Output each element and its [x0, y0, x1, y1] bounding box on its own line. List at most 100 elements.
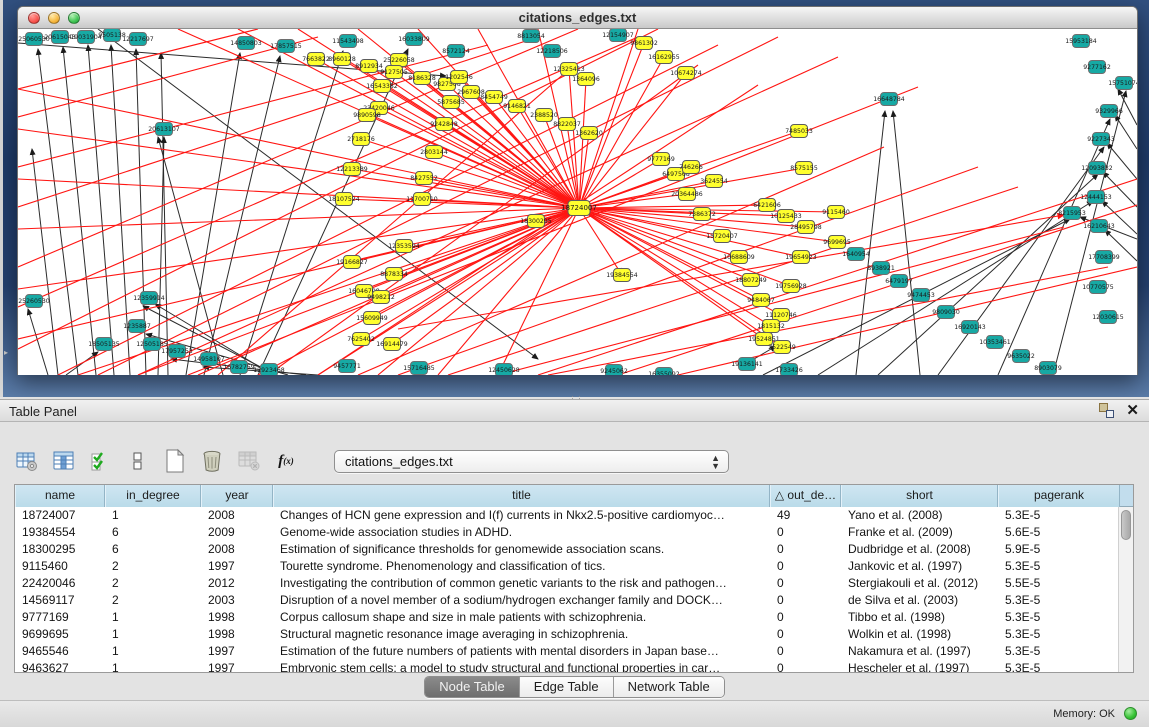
- table-cell: 2008: [201, 507, 273, 524]
- graph-edge[interactable]: [579, 73, 686, 208]
- graph-node-label: 14958107: [193, 356, 225, 363]
- delete-rows-trash-icon[interactable]: [199, 448, 225, 474]
- float-panel-icon[interactable]: [1099, 403, 1114, 418]
- new-table-icon[interactable]: [162, 448, 188, 474]
- graph-edge[interactable]: [579, 208, 622, 275]
- column-header-out_de[interactable]: △ out_de…: [770, 485, 841, 507]
- table-row[interactable]: 2242004622012Investigating the contribut…: [15, 575, 1133, 592]
- graph-edge[interactable]: [1053, 91, 1126, 375]
- table-cell: 5.5E-5: [998, 575, 1120, 592]
- table-cell: Estimation of significance thresholds fo…: [273, 541, 770, 558]
- panel-collapse-arrow-icon[interactable]: ▸: [4, 348, 8, 357]
- graph-node-label: 16210643: [1083, 223, 1115, 230]
- table-panel-title: Table Panel: [9, 404, 77, 419]
- network-view-window[interactable]: citations_edges.txt 18724007766382289601…: [17, 6, 1138, 375]
- graph-node-label: 9861302: [630, 40, 658, 47]
- table-selector-value: citations_edges.txt: [345, 454, 453, 469]
- window-titlebar[interactable]: citations_edges.txt: [18, 7, 1137, 29]
- graph-edge[interactable]: [818, 201, 1093, 375]
- graph-edge[interactable]: [938, 147, 1104, 375]
- table-cell: 9777169: [15, 609, 105, 626]
- graph-edge[interactable]: [1107, 143, 1137, 179]
- show-column-icon[interactable]: [51, 448, 77, 474]
- graph-edge[interactable]: [204, 56, 280, 375]
- table-cell: Changes of HCN gene expression and I(f) …: [273, 507, 770, 524]
- graph-node-label: 12030615: [1092, 314, 1124, 321]
- citation-network-graph[interactable]: 1872400776638228960128891293425226058912…: [18, 29, 1137, 375]
- table-cell: Stergiakouli et al. (2012): [841, 575, 998, 592]
- table-row[interactable]: 977716911998Corpus callosum shape and si…: [15, 609, 1133, 626]
- graph-edge[interactable]: [1115, 115, 1137, 149]
- table-cell: 0: [770, 524, 841, 541]
- row-height-icon[interactable]: [125, 448, 151, 474]
- graph-node-label: 16162955: [648, 54, 680, 61]
- column-header-title[interactable]: title: [273, 485, 770, 507]
- graph-node-label: 1235887: [123, 323, 151, 330]
- table-cell: 9115460: [15, 558, 105, 575]
- graph-node-label: 11543498: [332, 38, 364, 45]
- table-vertical-scrollbar[interactable]: [1118, 507, 1133, 673]
- table-row[interactable]: 1872400712008Changes of HCN gene express…: [15, 507, 1133, 524]
- column-header-in_degree[interactable]: in_degree: [105, 485, 201, 507]
- table-row[interactable]: 1456911722003Disruption of a novel membe…: [15, 592, 1133, 609]
- graph-node-label: 9127505: [380, 69, 408, 76]
- graph-edge[interactable]: [579, 43, 644, 208]
- table-cell: 5.3E-5: [998, 558, 1120, 575]
- zoom-window-button[interactable]: [68, 12, 80, 24]
- graph-node-label: 1815132: [757, 323, 785, 330]
- graph-node-label: 7625402: [347, 336, 375, 343]
- scrollbar-thumb[interactable]: [1121, 510, 1131, 540]
- table-cell: Nakamura et al. (1997): [841, 643, 998, 660]
- table-cell: 1: [105, 643, 201, 660]
- graph-node-label: 9245062: [600, 368, 628, 375]
- table-cell: 0: [770, 575, 841, 592]
- graph-node-label: 10688609: [723, 254, 755, 261]
- graph-node-label: 8878334: [380, 271, 408, 278]
- table-row[interactable]: 911546021997Tourette syndrome. Phenomeno…: [15, 558, 1133, 575]
- graph-node-label: 18505135: [88, 341, 120, 348]
- column-header-year[interactable]: year: [201, 485, 273, 507]
- graph-node-label: 16920143: [954, 324, 986, 331]
- table-row[interactable]: 946362711997Embryonic stem cells: a mode…: [15, 660, 1133, 673]
- memory-status-indicator-icon[interactable]: [1124, 707, 1137, 720]
- table-cell: 5.3E-5: [998, 643, 1120, 660]
- graph-node-label: 746266: [679, 164, 703, 171]
- tab-network-table[interactable]: Network Table: [614, 677, 724, 697]
- graph-edge[interactable]: [18, 129, 579, 208]
- table-row[interactable]: 1938455462009Genome-wide association stu…: [15, 524, 1133, 541]
- table-options-icon[interactable]: [14, 448, 40, 474]
- tab-edge-table[interactable]: Edge Table: [520, 677, 614, 697]
- graph-node-label: 8813054: [517, 33, 545, 40]
- table-row[interactable]: 969969511998Structural magnetic resonanc…: [15, 626, 1133, 643]
- table-row[interactable]: 1830029562008Estimation of significance …: [15, 541, 1133, 558]
- column-header-short[interactable]: short: [841, 485, 998, 507]
- minimize-window-button[interactable]: [48, 12, 60, 24]
- graph-edge[interactable]: [579, 205, 767, 208]
- table-cell: Corpus callosum shape and size in male p…: [273, 609, 770, 626]
- close-panel-icon[interactable]: ✕: [1126, 403, 1139, 418]
- network-canvas[interactable]: 1872400776638228960128891293425226058912…: [18, 29, 1137, 375]
- graph-edge[interactable]: [893, 111, 920, 375]
- cytoscape-app: ▸ citations_edges.txt: [0, 0, 1149, 727]
- graph-node-label: 2803144: [420, 149, 448, 156]
- select-columns-icon[interactable]: [88, 448, 114, 474]
- tab-node-table[interactable]: Node Table: [425, 677, 520, 697]
- graph-edge[interactable]: [367, 115, 579, 208]
- table-cell: 1997: [201, 660, 273, 673]
- table-cell: Jankovic et al. (1997): [841, 558, 998, 575]
- graph-node-label: 9277162: [1083, 64, 1111, 71]
- close-window-button[interactable]: [28, 12, 40, 24]
- function-builder-icon[interactable]: f(x): [273, 448, 299, 474]
- table-cell: 9465546: [15, 643, 105, 660]
- table-selector-dropdown[interactable]: citations_edges.txt ▲▼: [334, 450, 729, 473]
- column-header-pagerank[interactable]: pagerank: [998, 485, 1120, 507]
- graph-edge[interactable]: [352, 208, 579, 262]
- table-row[interactable]: 946554611997Estimation of the future num…: [15, 643, 1133, 660]
- graph-edge[interactable]: [1118, 89, 1137, 125]
- table-tabs-bar: Node TableEdge TableNetwork Table: [0, 676, 1149, 698]
- column-header-name[interactable]: name: [15, 485, 105, 507]
- graph-edge[interactable]: [63, 47, 96, 375]
- graph-edge[interactable]: [240, 51, 343, 375]
- graph-edge[interactable]: [1103, 172, 1137, 207]
- table-cell: 2008: [201, 541, 273, 558]
